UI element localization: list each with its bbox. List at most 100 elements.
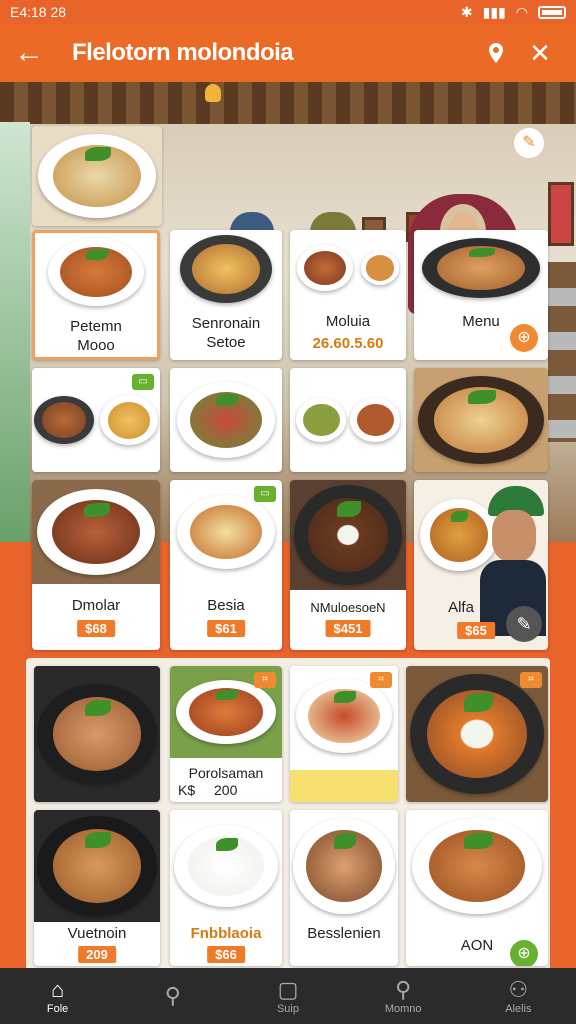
add-icon[interactable]: ⊕ bbox=[510, 940, 538, 966]
dish-photo bbox=[412, 818, 542, 914]
menu-card[interactable]: ⌗ Porolsaman K$ 200 bbox=[170, 666, 282, 802]
dish-name: Fnbblaoia bbox=[190, 925, 262, 942]
app-bar: ← Flelotorn molondoia ✕ bbox=[0, 24, 576, 82]
menu-card[interactable] bbox=[34, 666, 160, 802]
dish-name: Alfa bbox=[448, 599, 474, 616]
menu-card[interactable]: ▭ bbox=[32, 368, 160, 472]
menu-card[interactable]: ⌗ bbox=[406, 666, 548, 802]
search-icon: ⚲ bbox=[164, 983, 181, 1008]
dish-price: $66 bbox=[207, 946, 245, 963]
nav-suip[interactable]: ▢ Suip bbox=[248, 977, 328, 1015]
dish-name: Besia bbox=[207, 597, 245, 614]
ceiling-beams bbox=[0, 82, 576, 124]
chef-face bbox=[492, 510, 536, 562]
dish-photo bbox=[293, 818, 395, 914]
wifi-icon: ◠ bbox=[515, 3, 528, 20]
dish-photo bbox=[296, 679, 392, 753]
dish-photo bbox=[180, 235, 272, 303]
window bbox=[0, 122, 30, 542]
nav-label: Momno bbox=[384, 1003, 422, 1015]
nav-label: Alelis bbox=[505, 1003, 532, 1015]
bluetooth-icon: ✱ bbox=[460, 3, 473, 20]
dish-photo bbox=[100, 395, 158, 445]
back-arrow-icon[interactable]: ← bbox=[14, 36, 54, 70]
status-bar: E4:18 28 ✱ ▮▮▮ ◠ bbox=[0, 0, 576, 24]
nav-momno[interactable]: ⚲ Momno bbox=[363, 977, 443, 1015]
nav-home[interactable]: ⌂ Fole bbox=[18, 977, 98, 1015]
dish-price: $451 bbox=[325, 620, 371, 637]
square-icon: ▢ bbox=[277, 977, 299, 1002]
dish-photo bbox=[48, 238, 144, 306]
dish-photo bbox=[174, 825, 278, 907]
dish-name: Vuetnoin bbox=[67, 925, 127, 942]
menu-card[interactable]: Besslenien bbox=[290, 810, 398, 966]
menu-card[interactable] bbox=[170, 368, 282, 472]
dish-name: Besslenien bbox=[307, 925, 381, 942]
dish-photo bbox=[297, 245, 353, 291]
menu-card[interactable]: NMuloesoeN $451 bbox=[290, 480, 406, 650]
dish-currency: K$ bbox=[178, 782, 196, 798]
dish-photo bbox=[350, 398, 400, 442]
tag-badge: ⌗ bbox=[254, 672, 276, 688]
menu-card[interactable]: ▭ Besia $61 bbox=[170, 480, 282, 650]
dish-photo bbox=[176, 680, 276, 744]
status-icons: ✱ ▮▮▮ ◠ bbox=[461, 4, 566, 21]
menu-card[interactable]: Petemn Mooo bbox=[32, 230, 160, 360]
menu-card[interactable] bbox=[290, 368, 406, 472]
veg-badge: ▭ bbox=[132, 374, 154, 390]
menu-card[interactable]: ⌗ bbox=[290, 666, 398, 802]
dish-photo bbox=[37, 489, 155, 575]
dish-price: 200 bbox=[214, 782, 238, 798]
dish-price: $65 bbox=[457, 622, 495, 639]
tag-badge: ⌗ bbox=[520, 672, 542, 688]
dish-price: 26.60.5.60 bbox=[312, 335, 384, 352]
search-icon: ⚲ bbox=[395, 977, 412, 1002]
chat-icon[interactable]: ✎ bbox=[514, 128, 544, 158]
menu-card[interactable]: Vuetnoin 209 bbox=[34, 810, 160, 966]
highlight-strip bbox=[290, 770, 398, 802]
dish-photo bbox=[34, 396, 94, 444]
dish-photo bbox=[177, 382, 275, 458]
dish-photo bbox=[38, 134, 156, 218]
dish-photo bbox=[37, 816, 157, 916]
menu-card[interactable] bbox=[414, 368, 548, 472]
menu-card[interactable]: Moluia 26.60.5.60 bbox=[290, 230, 406, 360]
location-pin-icon[interactable] bbox=[474, 33, 518, 73]
bottom-nav: ⌂ Fole ⚲ ▢ Suip ⚲ Momno ⚇ Alelis bbox=[0, 968, 576, 1024]
dish-name: Moluia bbox=[325, 313, 371, 330]
lamp bbox=[205, 84, 221, 102]
close-icon[interactable]: ✕ bbox=[518, 33, 562, 73]
home-icon: ⌂ bbox=[50, 977, 65, 1002]
battery-icon bbox=[538, 5, 566, 19]
dish-name: Senronain Setoe bbox=[191, 315, 261, 351]
nav-label: Fole bbox=[46, 1003, 69, 1015]
dish-photo bbox=[410, 674, 544, 794]
edit-icon[interactable]: ✎ bbox=[506, 606, 542, 642]
menu-card[interactable]: AON ⊕ bbox=[406, 810, 548, 966]
nav-search[interactable]: ⚲ bbox=[133, 983, 213, 1009]
user-icon: ⚇ bbox=[508, 977, 529, 1002]
veg-badge: ▭ bbox=[254, 486, 276, 502]
dish-photo bbox=[37, 684, 157, 784]
tag-badge: ⌗ bbox=[370, 672, 392, 688]
dish-price: $68 bbox=[77, 620, 115, 637]
page-title: Flelotorn molondoia bbox=[72, 39, 294, 66]
menu-card[interactable]: Senronain Setoe bbox=[170, 230, 282, 360]
menu-card[interactable]: Dmolar $68 bbox=[32, 480, 160, 650]
featured-dish-card[interactable] bbox=[32, 126, 162, 226]
menu-card[interactable]: Menu ⊕ bbox=[414, 230, 548, 360]
status-time: E4:18 28 bbox=[10, 4, 67, 20]
nav-label: Suip bbox=[276, 1003, 299, 1015]
dish-photo bbox=[361, 251, 399, 285]
dish-photo bbox=[418, 376, 544, 464]
shelf bbox=[548, 262, 576, 442]
dish-price: 209 bbox=[78, 946, 116, 963]
nav-profile[interactable]: ⚇ Alelis bbox=[478, 977, 558, 1015]
dish-photo bbox=[422, 238, 540, 298]
dish-name: Petemn Mooo bbox=[70, 318, 122, 354]
wall-frame bbox=[548, 182, 574, 246]
signal-icon: ▮▮▮ bbox=[482, 3, 506, 20]
dish-price: $61 bbox=[207, 620, 245, 637]
menu-card[interactable]: Fnbblaoia $66 bbox=[170, 810, 282, 966]
add-icon[interactable]: ⊕ bbox=[510, 324, 538, 352]
